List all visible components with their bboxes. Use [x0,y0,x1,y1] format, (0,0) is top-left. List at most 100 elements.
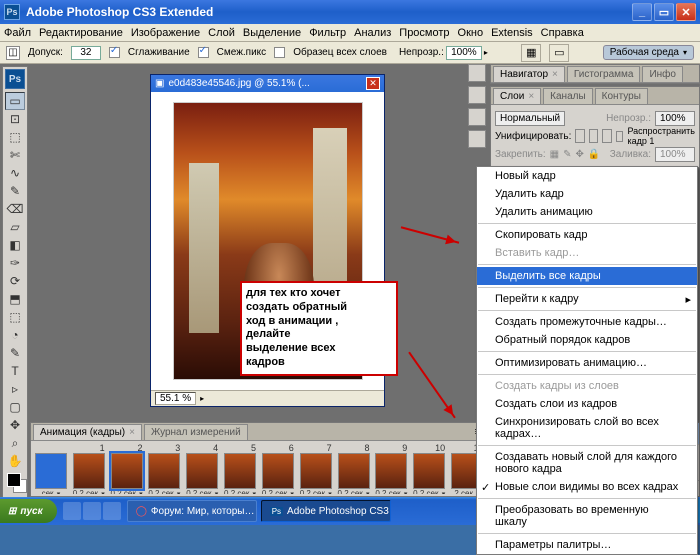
tab-channels[interactable]: Каналы [543,88,593,104]
tab-animation[interactable]: Анимация (кадры)× [33,424,142,440]
propagate-checkbox[interactable] [616,131,624,142]
menu-extensis[interactable]: Extensis [491,27,533,39]
menu-item[interactable]: Новый кадр [477,167,697,185]
document-titlebar[interactable]: ▣ e0d483e45546.jpg @ 55.1% (... ✕ [151,75,384,92]
tool-11[interactable]: ⬒ [5,290,25,308]
tool-12[interactable]: ⬚ [5,308,25,326]
menu-item[interactable]: Перейти к кадру [477,290,697,308]
tool-20[interactable]: ✋ [5,452,25,470]
menu-view[interactable]: Просмотр [399,27,449,39]
menu-help[interactable]: Справка [541,27,584,39]
unify-style-icon[interactable] [602,129,611,143]
animation-frame-9[interactable]: 90,2 сек. [373,443,409,494]
tool-8[interactable]: ◧ [5,236,25,254]
menu-item[interactable]: Новые слои видимы во всех кадрах [477,478,697,496]
tab-histogram[interactable]: Гистограмма [567,66,641,82]
contiguous-checkbox[interactable] [198,47,209,58]
opacity-flyout-icon[interactable]: ▸ [484,48,488,57]
menu-item[interactable]: Синхронизировать слой во всех кадрах… [477,413,697,443]
menu-analysis[interactable]: Анализ [354,27,391,39]
tool-10[interactable]: ⟳ [5,272,25,290]
tab-measurement-log[interactable]: Журнал измерений [144,424,248,440]
tool-6[interactable]: ⌫ [5,200,25,218]
minimize-button[interactable]: _ [632,3,652,21]
menu-item[interactable]: Создать промежуточные кадры… [477,313,697,331]
unify-visibility-icon[interactable] [589,129,598,143]
quicklaunch-1[interactable] [63,502,81,520]
animation-frame-6[interactable]: 60,2 сек. [260,443,296,494]
tool-17[interactable]: ▢ [5,398,25,416]
animation-frame-7[interactable]: 70,2 сек. [298,443,334,494]
menu-file[interactable]: Файл [4,27,31,39]
workspace-button[interactable]: Рабочая среда [603,45,694,60]
menu-item[interactable]: Параметры палитры… [477,536,697,554]
menu-item[interactable]: Создавать новый слой для каждого нового … [477,448,697,478]
tool-0[interactable]: ▭ [5,92,25,110]
start-button[interactable]: ⊞ пуск [0,499,57,523]
all-layers-checkbox[interactable] [274,47,285,58]
menu-window[interactable]: Окно [458,27,484,39]
tool-14[interactable]: ✎ [5,344,25,362]
tool-3[interactable]: ✄ [5,146,25,164]
go-to-bridge-button[interactable]: ▦ [521,44,541,62]
tolerance-input[interactable] [71,46,101,60]
animation-frame-4[interactable]: 40,2 сек. [184,443,220,494]
document-close-button[interactable]: ✕ [366,77,380,90]
menu-item[interactable]: Выделить все кадры [477,267,697,285]
tool-19[interactable]: ⌕ [5,434,25,452]
tool-9[interactable]: ✑ [5,254,25,272]
panel-well-2[interactable] [468,86,486,104]
maximize-button[interactable]: ▭ [654,3,674,21]
color-swatch[interactable] [5,473,25,497]
foreground-color[interactable] [7,473,21,487]
tool-4[interactable]: ∿ [5,164,25,182]
menu-item[interactable]: Оптимизировать анимацию… [477,354,697,372]
tool-18[interactable]: ✥ [5,416,25,434]
animation-frame-2[interactable]: 20,2 сек. [109,443,145,494]
frame-loop-selector[interactable]: сек. [33,443,69,494]
status-flyout-icon[interactable]: ▸ [200,394,204,403]
blend-mode-select[interactable]: Нормальный [495,111,565,126]
lock-pixels-icon[interactable]: ✎ [563,149,571,160]
animation-frame-10[interactable]: 100,2 сек. [411,443,447,494]
lock-transparency-icon[interactable]: ▦ [550,149,559,160]
animation-frame-1[interactable]: 10,2 сек. [71,443,107,494]
menu-item[interactable]: Удалить анимацию [477,203,697,221]
tool-15[interactable]: T [5,362,25,380]
opacity-input[interactable] [446,46,482,60]
tab-info[interactable]: Инфо [642,66,683,82]
tab-layers[interactable]: Слои× [493,88,541,104]
tool-7[interactable]: ▱ [5,218,25,236]
menu-item[interactable]: Удалить кадр [477,185,697,203]
screen-mode-button[interactable]: ▭ [549,44,569,62]
fill-input[interactable]: 100% [655,147,695,162]
taskbar-button-photoshop[interactable]: Ps Adobe Photoshop CS3… [261,500,391,522]
tool-1[interactable]: ⊡ [5,110,25,128]
animation-frame-8[interactable]: 80,2 сек. [336,443,372,494]
lock-all-icon[interactable]: 🔒 [588,149,600,160]
lock-position-icon[interactable]: ✥ [576,149,584,160]
tab-navigator[interactable]: Навигатор× [493,66,565,82]
menu-item[interactable]: Создать слои из кадров [477,395,697,413]
tool-16[interactable]: ▹ [5,380,25,398]
panel-well-1[interactable] [468,64,486,82]
quicklaunch-3[interactable] [103,502,121,520]
panel-well-3[interactable] [468,108,486,126]
tool-2[interactable]: ⬚ [5,128,25,146]
antialias-checkbox[interactable] [109,47,120,58]
tool-13[interactable]: ◔ [5,326,25,344]
menu-layer[interactable]: Слой [208,27,235,39]
menu-item[interactable]: Преобразовать во временную шкалу [477,501,697,531]
layer-opacity-input[interactable]: 100% [655,111,695,126]
animation-frame-3[interactable]: 30,2 сек. [146,443,182,494]
tool-preset-icon[interactable]: ◫ [6,46,20,60]
panel-well-4[interactable] [468,130,486,148]
tab-paths[interactable]: Контуры [595,88,648,104]
taskbar-button-browser[interactable]: ◯ Форум: Мир, которы… [127,500,257,522]
menu-edit[interactable]: Редактирование [39,27,123,39]
menu-item[interactable]: Скопировать кадр [477,226,697,244]
animation-frame-5[interactable]: 50,2 сек. [222,443,258,494]
close-button[interactable]: ✕ [676,3,696,21]
document-zoom[interactable]: 55.1 % [155,392,196,405]
tool-5[interactable]: ✎ [5,182,25,200]
